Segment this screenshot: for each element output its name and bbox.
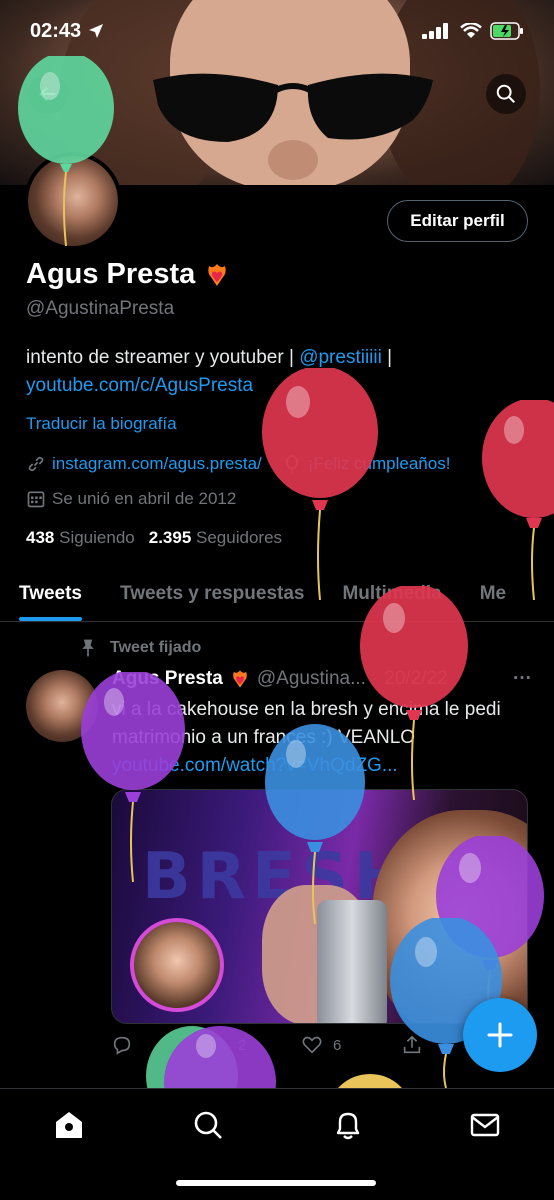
location-icon xyxy=(89,24,104,38)
tweet-separator: · xyxy=(371,668,379,689)
media-inset-photo xyxy=(130,918,224,1012)
tweet-text: vi a la cakehouse en la bresh y encima l… xyxy=(112,699,501,748)
retweet-button[interactable]: 2 xyxy=(206,1034,301,1056)
bio-mention-link[interactable]: @prestiiiii xyxy=(299,347,382,368)
bio-separator: | xyxy=(381,347,393,368)
tweet-avatar[interactable] xyxy=(26,670,98,742)
messages-icon xyxy=(470,1113,500,1137)
followers-link[interactable]: 2.395 Seguidores xyxy=(149,528,282,548)
following-label: Siguiendo xyxy=(59,528,135,547)
pinned-label-row: Tweet fijado xyxy=(78,638,201,658)
explore-icon xyxy=(194,1111,222,1139)
tweet-author-handle: @Agustina... xyxy=(256,668,366,689)
joined-date: Se unió en abril de 2012 xyxy=(52,489,237,508)
profile-bio: intento de streamer y youtuber | @presti… xyxy=(26,344,526,400)
edit-profile-button[interactable]: Editar perfil xyxy=(387,200,528,242)
tweet-text-block: vi a la cakehouse en la bresh y encima l… xyxy=(112,696,522,780)
following-count: 438 xyxy=(26,528,55,547)
compose-icon xyxy=(487,1022,513,1048)
tweet-media-image[interactable]: BRESH xyxy=(111,789,528,1024)
followers-label: Seguidores xyxy=(196,528,283,547)
calendar-icon xyxy=(27,491,45,508)
reply-icon xyxy=(113,1036,131,1055)
balloon-icon xyxy=(285,455,298,474)
cellular-icon xyxy=(422,23,448,39)
bio-text: intento de streamer y youtuber | xyxy=(26,347,300,368)
retweet-count: 2 xyxy=(238,1036,247,1054)
following-link[interactable]: 438 Siguiendo xyxy=(26,528,135,548)
nav-explore[interactable] xyxy=(190,1107,226,1143)
reply-button[interactable] xyxy=(111,1034,206,1056)
profile-avatar[interactable] xyxy=(24,152,122,250)
nav-messages[interactable] xyxy=(467,1107,503,1143)
tab-media[interactable]: Multimedia xyxy=(323,566,460,621)
tab-tweets-and-replies[interactable]: Tweets y respuestas xyxy=(101,566,323,621)
share-button[interactable] xyxy=(401,1034,423,1056)
battery-icon xyxy=(490,22,523,40)
bio-youtube-link[interactable]: youtube.com/c/AgusPresta xyxy=(26,375,253,396)
profile-name: Agus Presta xyxy=(26,258,196,290)
followers-count: 2.395 xyxy=(148,528,192,547)
website-link[interactable]: instagram.com/agus.presta/ xyxy=(52,454,262,474)
nav-notifications[interactable] xyxy=(330,1107,366,1143)
compose-tweet-button[interactable] xyxy=(463,998,537,1072)
like-button[interactable]: 6 xyxy=(301,1034,401,1056)
home-icon xyxy=(56,1112,82,1138)
status-time: 02:43 xyxy=(30,19,82,42)
like-count: 6 xyxy=(333,1036,342,1054)
tweet-author-name[interactable]: Agus Presta xyxy=(112,668,223,690)
follow-stats: 438 Siguiendo 2.395 Seguidores xyxy=(26,528,282,548)
like-icon xyxy=(302,1036,322,1054)
search-icon xyxy=(496,84,515,103)
tab-tweets[interactable]: Tweets xyxy=(0,566,101,621)
pinned-label: Tweet fijado xyxy=(110,639,202,656)
back-button[interactable] xyxy=(28,74,68,114)
home-indicator xyxy=(176,1180,376,1186)
profile-tabs: Tweets Tweets y respuestas Multimedia Me xyxy=(0,566,554,622)
retweet-icon xyxy=(207,1038,227,1052)
notifications-icon xyxy=(336,1112,360,1140)
tweet-date: 20/2/22 xyxy=(384,668,448,689)
profile-name-row: Agus Presta xyxy=(26,258,231,291)
birthday-text: ¡Feliz cumpleaños! xyxy=(307,454,451,473)
tweet-more-button[interactable]: ··· xyxy=(513,668,532,690)
nav-home[interactable] xyxy=(51,1107,87,1143)
tab-likes[interactable]: Me xyxy=(461,566,525,621)
profile-meta-row: instagram.com/agus.presta/ ¡Feliz cumple… xyxy=(26,454,450,474)
heart-on-fire-icon xyxy=(208,263,226,286)
share-icon xyxy=(403,1035,421,1054)
pin-icon xyxy=(82,639,94,657)
joined-row: Se unió en abril de 2012 xyxy=(26,489,236,509)
wifi-icon xyxy=(460,23,482,38)
search-button[interactable] xyxy=(486,74,526,114)
tweet-link[interactable]: youtube.com/watch?v=VhQdZG... xyxy=(112,755,398,776)
translate-bio-link[interactable]: Traducir la biografía xyxy=(26,414,177,434)
tweet-header: Agus Presta @Agustina... · 20/2/22 ··· xyxy=(112,668,532,690)
back-icon xyxy=(39,86,56,102)
heart-on-fire-icon xyxy=(233,670,247,688)
link-icon xyxy=(28,456,44,472)
profile-handle: @AgustinaPresta xyxy=(26,298,175,319)
status-bar: 02:43 xyxy=(0,0,554,62)
